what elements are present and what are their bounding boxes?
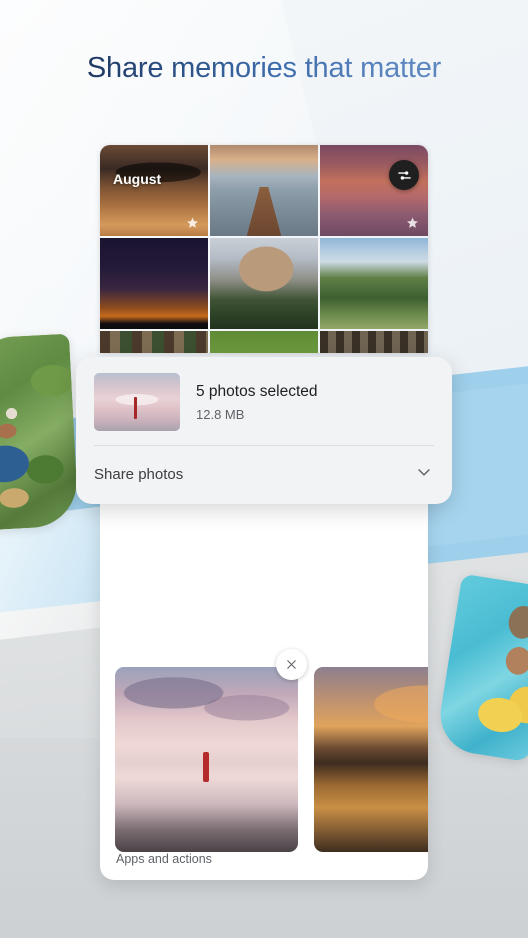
chevron-down-icon[interactable] bbox=[414, 462, 434, 487]
star-icon[interactable] bbox=[185, 215, 200, 230]
grid-photo-lake-kayakers[interactable]: August bbox=[100, 145, 208, 236]
apps-and-actions-section: Apps and actions WhatsApp bbox=[100, 852, 428, 880]
grid-photo-forest-trees[interactable] bbox=[100, 331, 208, 353]
grid-photo-dusk-mountain[interactable] bbox=[100, 238, 208, 329]
close-icon[interactable] bbox=[276, 649, 307, 680]
decor-photo-left bbox=[0, 333, 79, 531]
photo-grid: August bbox=[100, 145, 428, 353]
app-surface: August Apps and actions 5 photos selecte… bbox=[76, 145, 452, 880]
page-title: Share memories that matter bbox=[0, 52, 528, 85]
grid-photo-mountain-trail[interactable] bbox=[320, 238, 428, 329]
star-icon[interactable] bbox=[405, 215, 420, 230]
selected-photo-2[interactable] bbox=[314, 667, 428, 852]
grid-photo-half-dome[interactable] bbox=[210, 238, 318, 329]
selection-size-label: 12.8 MB bbox=[196, 407, 245, 423]
grid-photo-green-ferns[interactable] bbox=[210, 331, 318, 353]
tune-sliders-icon[interactable] bbox=[389, 160, 419, 190]
selected-photo-thumbnail bbox=[94, 373, 180, 431]
selected-photo-1[interactable] bbox=[115, 667, 298, 852]
grid-photo-sunset-water[interactable] bbox=[320, 145, 428, 236]
grid-photo-bear-woods[interactable] bbox=[320, 331, 428, 353]
share-photos-label: Share photos bbox=[94, 466, 184, 483]
selected-photos-strip bbox=[115, 667, 428, 852]
selection-count-label: 5 photos selected bbox=[196, 382, 318, 400]
grid-photo-pier[interactable] bbox=[210, 145, 318, 236]
share-bottom-sheet: Apps and actions WhatsApp bbox=[100, 447, 428, 880]
apps-section-label: Apps and actions bbox=[116, 852, 212, 866]
month-label: August bbox=[113, 171, 162, 187]
share-photos-expander[interactable]: Share photos bbox=[94, 446, 434, 504]
share-summary-card: 5 photos selected 12.8 MB Share photos bbox=[76, 357, 452, 504]
